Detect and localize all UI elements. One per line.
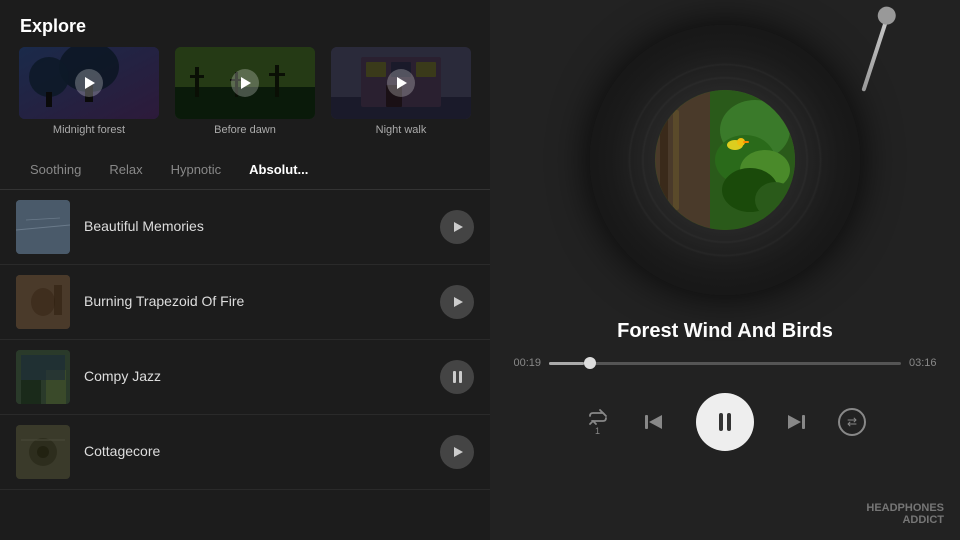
pause-bar-left <box>453 371 456 383</box>
track-play-btn-2[interactable] <box>440 285 474 319</box>
vinyl-disc <box>590 25 860 295</box>
shuffle-icon: ⇄ <box>838 408 866 436</box>
explore-title: Explore <box>20 16 86 36</box>
featured-thumb-1[interactable] <box>19 47 159 119</box>
featured-thumb-2[interactable] <box>175 47 315 119</box>
featured-item-before-dawn[interactable]: Before dawn <box>172 47 318 136</box>
tab-relax[interactable]: Relax <box>95 154 156 185</box>
track-item-2[interactable]: Burning Trapezoid Of Fire <box>0 265 490 340</box>
featured-label-1: Midnight forest <box>53 124 125 136</box>
needle-head <box>875 4 898 27</box>
featured-item-midnight-forest[interactable]: Midnight forest <box>16 47 162 136</box>
left-panel: Explore <box>0 0 490 540</box>
controls-row: 1 ⇄ <box>490 393 960 451</box>
track-info-4: Cottagecore <box>84 443 440 461</box>
play-icon-3 <box>397 77 407 89</box>
track-item-3[interactable]: Compy Jazz <box>0 340 490 415</box>
progress-bar-container: 00:19 03:16 <box>514 357 937 369</box>
play-icon-1 <box>85 77 95 89</box>
track-item-4[interactable]: Cottagecore <box>0 415 490 490</box>
play-pause-button[interactable] <box>696 393 754 451</box>
watermark-line1: HEADPHONES <box>866 502 944 514</box>
play-overlay-1[interactable] <box>75 69 103 97</box>
pause-icon-main <box>719 413 731 431</box>
svg-text:1: 1 <box>595 426 600 436</box>
track-play-btn-1[interactable] <box>440 210 474 244</box>
track-name-4: Cottagecore <box>84 443 160 459</box>
vinyl-center-artwork <box>655 90 795 230</box>
track-name-2: Burning Trapezoid Of Fire <box>84 293 244 309</box>
track-item-1[interactable]: Beautiful Memories <box>0 190 490 265</box>
featured-label-3: Night walk <box>376 124 427 136</box>
pause-bar-main-left <box>719 413 723 431</box>
track-play-btn-4[interactable] <box>440 435 474 469</box>
time-total: 03:16 <box>909 357 937 369</box>
track-thumb-1 <box>16 200 70 254</box>
track-thumb-2 <box>16 275 70 329</box>
progress-thumb[interactable] <box>584 357 596 369</box>
now-playing-title: Forest Wind And Birds <box>597 320 853 343</box>
track-info-3: Compy Jazz <box>84 368 440 386</box>
featured-label-2: Before dawn <box>214 124 276 136</box>
time-current: 00:19 <box>514 357 542 369</box>
skip-back-button[interactable] <box>640 408 668 436</box>
tab-absolut[interactable]: Absolut... <box>235 154 322 185</box>
pause-bar-main-right <box>727 413 731 431</box>
vinyl-container <box>490 0 960 320</box>
shuffle-button[interactable]: ⇄ <box>838 408 866 436</box>
play-overlay-3[interactable] <box>387 69 415 97</box>
skip-forward-button[interactable] <box>782 408 810 436</box>
watermark: HEADPHONES ADDICT <box>866 502 944 526</box>
play-overlay-2[interactable] <box>231 69 259 97</box>
track-name-3: Compy Jazz <box>84 368 161 384</box>
progress-fill <box>549 362 584 365</box>
tab-hypnotic[interactable]: Hypnotic <box>157 154 236 185</box>
featured-row: Midnight forest Before <box>0 47 490 150</box>
explore-header: Explore <box>0 0 490 47</box>
vinyl-needle <box>861 14 890 91</box>
track-info-2: Burning Trapezoid Of Fire <box>84 293 440 311</box>
featured-thumb-3[interactable] <box>331 47 471 119</box>
track-info-1: Beautiful Memories <box>84 218 440 236</box>
right-panel: Forest Wind And Birds 00:19 03:16 1 <box>490 0 960 540</box>
play-icon-track-2 <box>454 297 463 307</box>
track-name-1: Beautiful Memories <box>84 218 204 234</box>
category-tabs: Soothing Relax Hypnotic Absolut... <box>0 150 490 190</box>
repeat-button[interactable]: 1 <box>584 408 612 436</box>
track-pause-btn-3[interactable] <box>440 360 474 394</box>
track-thumb-4 <box>16 425 70 479</box>
pause-bar-right <box>459 371 462 383</box>
play-icon-2 <box>241 77 251 89</box>
play-icon-track-1 <box>454 222 463 232</box>
tab-soothing[interactable]: Soothing <box>16 154 95 185</box>
progress-track[interactable] <box>549 362 901 365</box>
watermark-line2: ADDICT <box>902 514 944 526</box>
play-icon-track-4 <box>454 447 463 457</box>
track-thumb-3 <box>16 350 70 404</box>
pause-icon-3 <box>453 371 462 383</box>
featured-item-night-walk[interactable]: Night walk <box>328 47 474 136</box>
track-list: Beautiful Memories Burning Trapezoid Of … <box>0 190 490 540</box>
